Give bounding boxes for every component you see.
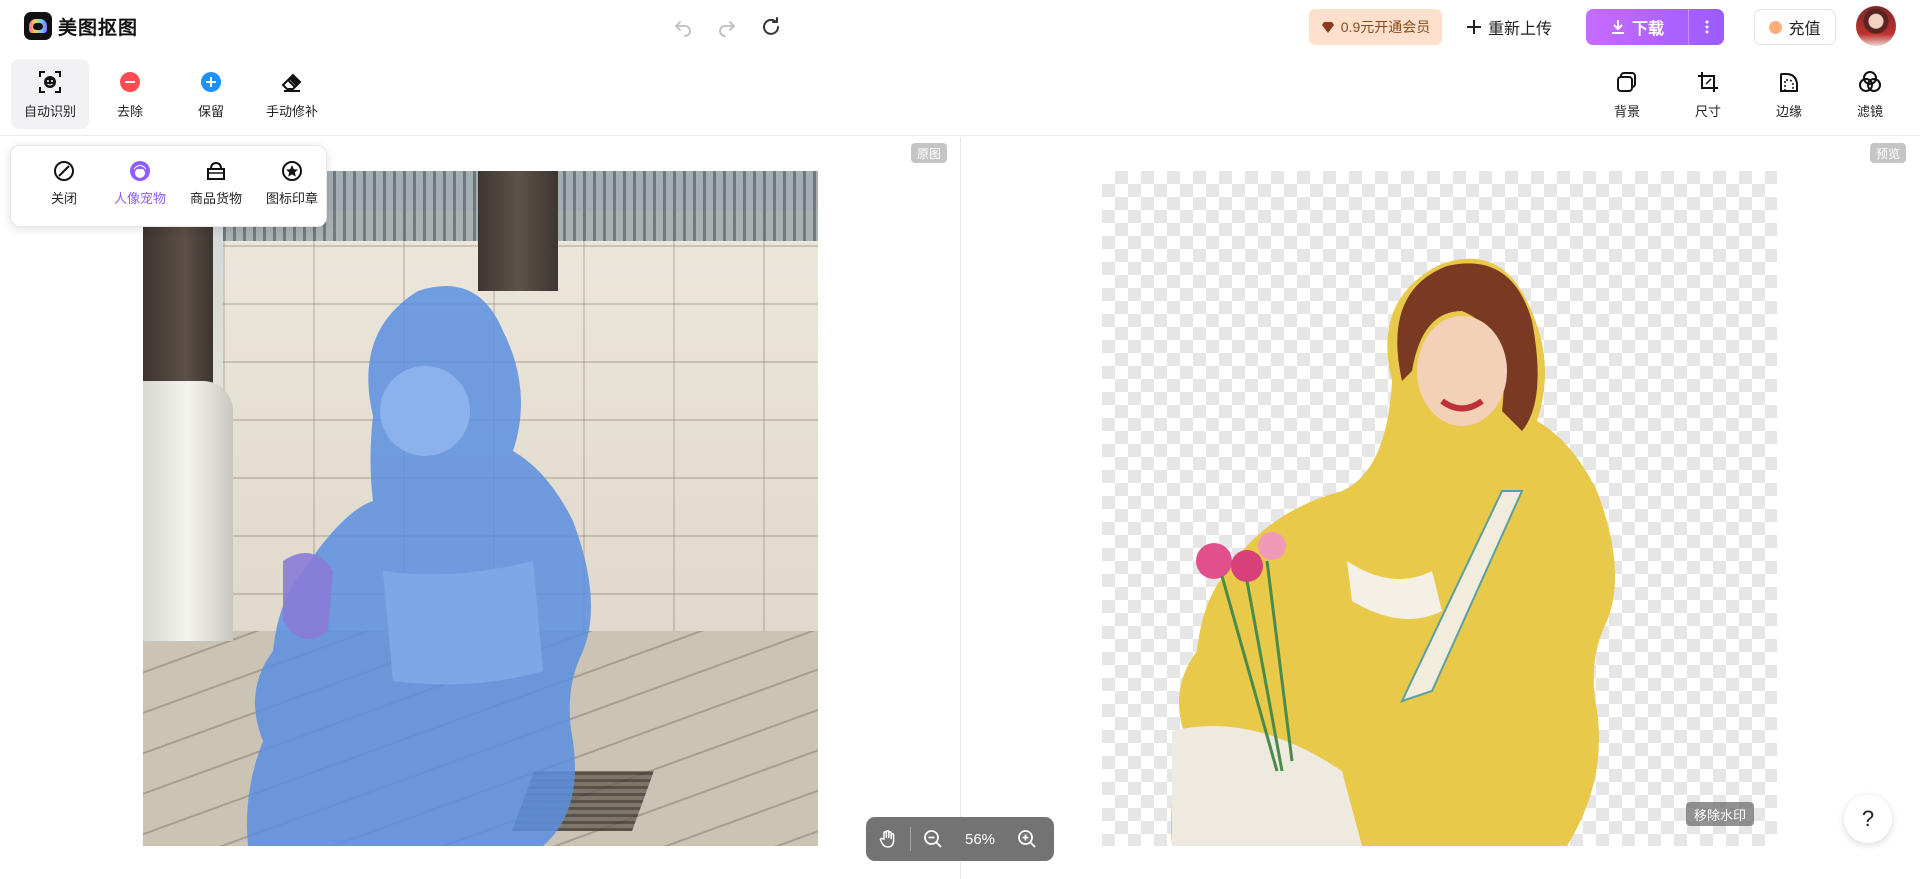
submenu-item-stamp[interactable]: 图标印章 bbox=[255, 160, 329, 207]
refresh-icon bbox=[763, 17, 779, 35]
cutout-subject bbox=[1171, 258, 1615, 846]
pane-divider bbox=[960, 137, 961, 879]
plus-circle-icon bbox=[198, 69, 224, 95]
download-icon bbox=[1611, 20, 1624, 34]
submenu-item-portrait[interactable]: 人像宠物 bbox=[103, 160, 177, 207]
tool-bar: 自动识别 去除 保留 手动修补 背景 尺寸 边缘 滤镜 bbox=[0, 52, 1920, 136]
zoom-out-button[interactable] bbox=[911, 817, 955, 861]
tool-label: 滤镜 bbox=[1856, 103, 1883, 119]
tool-label: 边缘 bbox=[1775, 103, 1802, 119]
download-button[interactable]: 下载 bbox=[1586, 9, 1724, 45]
undo-button[interactable] bbox=[668, 12, 698, 42]
eraser-icon bbox=[279, 69, 305, 95]
bag-icon bbox=[207, 161, 225, 180]
submenu-label: 人像宠物 bbox=[113, 191, 166, 206]
undo-icon bbox=[674, 21, 691, 37]
filter-icon bbox=[1857, 69, 1883, 95]
tool-label: 手动修补 bbox=[265, 103, 318, 119]
reset-button[interactable] bbox=[756, 12, 786, 42]
hand-icon bbox=[879, 830, 895, 848]
tool-edge[interactable]: 边缘 bbox=[1750, 59, 1828, 129]
original-image[interactable] bbox=[143, 171, 818, 846]
remove-watermark-button[interactable]: 移除水印 bbox=[1686, 802, 1755, 826]
tool-label: 保留 bbox=[197, 103, 224, 119]
minus-circle-icon bbox=[117, 69, 143, 95]
tool-label: 尺寸 bbox=[1694, 103, 1721, 119]
zoom-value: 56% bbox=[964, 830, 996, 848]
history-controls bbox=[668, 12, 786, 42]
more-vertical-icon bbox=[1705, 20, 1708, 34]
preview-image[interactable] bbox=[1102, 171, 1777, 846]
star-badge-icon bbox=[282, 161, 302, 181]
auto-detect-icon bbox=[37, 69, 63, 95]
charge-button[interactable]: 充值 bbox=[1754, 9, 1836, 45]
zoom-in-icon bbox=[1018, 830, 1036, 848]
preview-tag: 预览 bbox=[1870, 143, 1907, 163]
zoom-out-icon bbox=[924, 830, 942, 848]
tool-manual-fix[interactable]: 手动修补 bbox=[253, 59, 331, 129]
pan-button[interactable] bbox=[866, 817, 910, 861]
download-main[interactable]: 下载 bbox=[1586, 9, 1688, 45]
close-circle-icon bbox=[54, 161, 74, 181]
tool-filter[interactable]: 滤镜 bbox=[1831, 59, 1909, 129]
tool-remove[interactable]: 去除 bbox=[91, 59, 169, 129]
tool-auto-detect[interactable]: 自动识别 bbox=[11, 59, 89, 129]
redo-button[interactable] bbox=[712, 12, 742, 42]
tool-keep[interactable]: 保留 bbox=[172, 59, 250, 129]
submenu-item-close[interactable]: 关闭 bbox=[27, 160, 101, 207]
portrait-icon bbox=[130, 161, 150, 181]
auto-detect-submenu: 关闭 人像宠物 商品货物 图标印章 bbox=[10, 145, 327, 227]
reupload-button[interactable]: 重新上传 bbox=[1466, 9, 1552, 45]
submenu-label: 图标印章 bbox=[265, 191, 318, 206]
vip-button[interactable]: 0.9元开通会员 bbox=[1309, 9, 1442, 45]
background-icon bbox=[1614, 69, 1640, 95]
tool-size[interactable]: 尺寸 bbox=[1669, 59, 1747, 129]
charge-label: 充值 bbox=[1788, 21, 1821, 38]
app-logo[interactable]: 美图抠图 bbox=[24, 12, 138, 40]
submenu-label: 关闭 bbox=[50, 191, 77, 206]
original-tag: 原图 bbox=[911, 143, 948, 163]
logo-icon bbox=[24, 12, 52, 40]
redo-icon bbox=[719, 21, 736, 37]
download-label: 下载 bbox=[1631, 21, 1664, 38]
plus-icon bbox=[1467, 20, 1481, 34]
tool-label: 去除 bbox=[116, 103, 143, 119]
tool-label: 背景 bbox=[1613, 103, 1640, 119]
reupload-label: 重新上传 bbox=[1488, 21, 1553, 38]
user-avatar[interactable] bbox=[1856, 6, 1896, 46]
coin-icon bbox=[1769, 20, 1783, 34]
app-name: 美图抠图 bbox=[58, 17, 139, 39]
tool-background[interactable]: 背景 bbox=[1588, 59, 1666, 129]
help-button[interactable]: ? bbox=[1844, 795, 1892, 843]
diamond-icon bbox=[1321, 22, 1334, 33]
zoom-in-button[interactable] bbox=[1005, 817, 1049, 861]
top-bar: 美图抠图 0.9元开通会员 重新上传 下载 充值 bbox=[0, 0, 1920, 52]
crop-icon bbox=[1695, 69, 1721, 95]
subject-mask-overlay bbox=[247, 286, 591, 846]
edge-icon bbox=[1776, 69, 1802, 95]
submenu-item-goods[interactable]: 商品货物 bbox=[179, 160, 253, 207]
submenu-label: 商品货物 bbox=[189, 191, 242, 206]
tool-label: 自动识别 bbox=[23, 103, 76, 119]
vip-label: 0.9元开通会员 bbox=[1340, 19, 1431, 35]
zoom-bar: 56% bbox=[866, 817, 1054, 861]
download-more-button[interactable] bbox=[1688, 9, 1724, 45]
